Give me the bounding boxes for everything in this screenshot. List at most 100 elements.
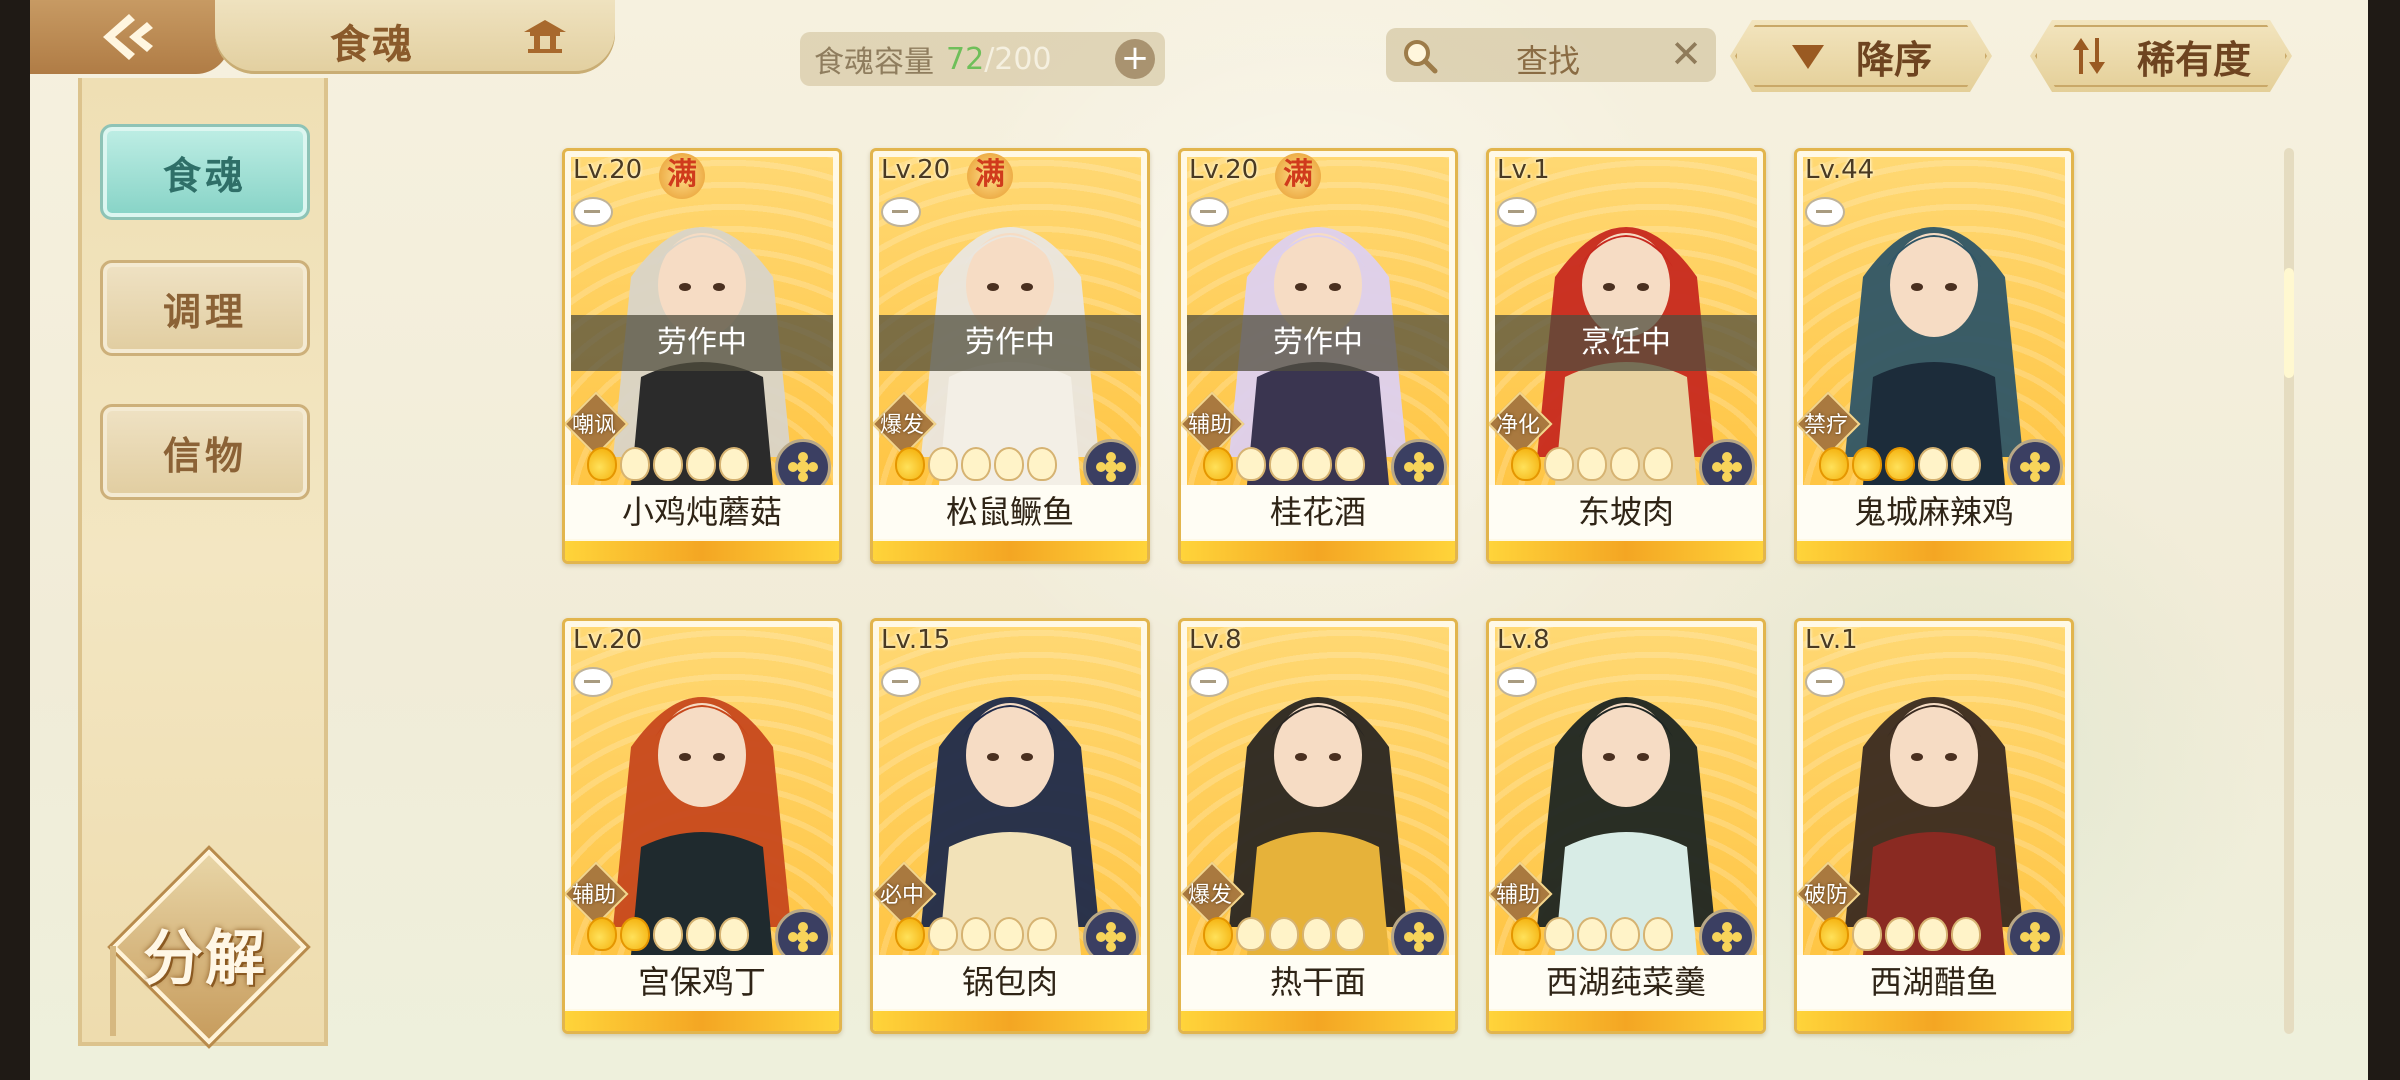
level-label: Lv.8	[1497, 625, 1550, 655]
speech-bubble-icon[interactable]	[1497, 197, 1537, 227]
clear-search-icon[interactable]: ✕	[1670, 32, 1702, 76]
rarity-star-icon	[1918, 447, 1948, 481]
sort-order-button[interactable]: 降序	[1730, 20, 1992, 92]
status-banner: 劳作中	[1187, 315, 1449, 371]
pavilion-icon[interactable]	[520, 16, 570, 60]
rarity-star-icon	[1335, 917, 1365, 951]
sidebar: 食魂 调理 信物 分解	[78, 78, 328, 1046]
skill-type-badge: 嘲讽	[565, 391, 629, 457]
rarity-star-icon	[1269, 917, 1299, 951]
capacity-separator: /	[984, 41, 995, 77]
sort-order-label: 降序	[1855, 37, 1932, 82]
level-label: Lv.8	[1189, 625, 1242, 655]
sidebar-item-tokens[interactable]: 信物	[100, 404, 310, 500]
speech-bubble-icon[interactable]	[573, 197, 613, 227]
level-label: Lv.15	[881, 625, 951, 655]
food-soul-name: 锅包肉	[873, 955, 1147, 1009]
rarity-star-icon	[928, 447, 958, 481]
food-soul-card[interactable]: Lv.44 禁疗 鬼城麻辣鸡	[1794, 148, 2074, 564]
speech-bubble-icon[interactable]	[573, 667, 613, 697]
rarity-star-icon	[1027, 917, 1057, 951]
rarity-star-icon	[653, 447, 683, 481]
skill-type-label: 必中	[879, 883, 924, 908]
speech-bubble-icon[interactable]	[1497, 667, 1537, 697]
rarity-star-icon	[1918, 917, 1948, 951]
food-soul-card[interactable]: Lv.1 破防 西湖醋鱼	[1794, 618, 2074, 1034]
speech-bubble-icon[interactable]	[881, 197, 921, 227]
skill-type-badge: 禁疗	[1797, 391, 1861, 457]
scrollbar-thumb[interactable]	[2284, 268, 2294, 378]
rarity-stars	[1203, 447, 1365, 481]
rarity-star-icon	[686, 447, 716, 481]
rarity-star-icon	[1269, 447, 1299, 481]
decompose-button[interactable]: 分解	[111, 849, 307, 1045]
sidebar-item-food-souls[interactable]: 食魂	[100, 124, 310, 220]
level-label: Lv.20	[573, 155, 643, 185]
skill-type-badge: 爆发	[873, 391, 937, 457]
sort-key-button[interactable]: 稀有度	[2030, 20, 2292, 92]
rarity-star-icon	[587, 917, 617, 951]
skill-type-badge: 辅助	[1489, 861, 1553, 927]
skill-type-label: 辅助	[1187, 413, 1232, 438]
rarity-star-icon	[994, 447, 1024, 481]
speech-bubble-icon[interactable]	[1189, 667, 1229, 697]
capacity-current: 72	[946, 41, 985, 77]
search-icon	[1400, 36, 1440, 80]
search-box[interactable]: 查找 ✕	[1386, 28, 1716, 82]
card-rarity-strip	[873, 541, 1147, 561]
back-button[interactable]	[30, 0, 230, 74]
food-soul-card[interactable]: Lv.8 辅助西湖莼菜羹	[1486, 618, 1766, 1034]
title-tab: 食魂	[215, 0, 615, 74]
skill-type-label: 破防	[1803, 883, 1848, 908]
max-level-badge: 满	[659, 153, 705, 199]
rarity-star-icon	[1885, 917, 1915, 951]
level-label: Lv.20	[1189, 155, 1259, 185]
food-soul-card[interactable]: Lv.20 满劳作中 嘲讽 小鸡炖蘑菇	[562, 148, 842, 564]
scrollbar[interactable]	[2284, 148, 2294, 1034]
level-label: Lv.1	[1805, 625, 1858, 655]
speech-bubble-icon[interactable]	[1805, 667, 1845, 697]
rarity-star-icon	[1951, 447, 1981, 481]
food-soul-name: 西湖莼菜羹	[1489, 955, 1763, 1009]
card-rarity-strip	[873, 1011, 1147, 1031]
rarity-star-icon	[587, 447, 617, 481]
game-screen: 食魂 食魂容量 72 / 200 + 查找 ✕ 降序 稀有度 食魂 调理 信物 …	[30, 0, 2368, 1080]
food-soul-card[interactable]: Lv.8 爆发热干面	[1178, 618, 1458, 1034]
card-rarity-strip	[1489, 541, 1763, 561]
card-rarity-strip	[1797, 1011, 2071, 1031]
rarity-stars	[895, 917, 1057, 951]
rarity-star-icon	[719, 917, 749, 951]
skill-type-label: 嘲讽	[571, 413, 616, 438]
capacity-max: 200	[994, 41, 1052, 77]
skill-type-label: 爆发	[879, 413, 924, 438]
food-soul-card[interactable]: Lv.1 烹饪中 净化 东坡肉	[1486, 148, 1766, 564]
sort-key-label: 稀有度	[2136, 37, 2251, 82]
speech-bubble-icon[interactable]	[1805, 197, 1845, 227]
speech-bubble-icon[interactable]	[881, 667, 921, 697]
decompose-label: 分解	[143, 924, 267, 994]
rarity-stars	[1511, 917, 1673, 951]
rarity-star-icon	[1852, 447, 1882, 481]
rarity-star-icon	[1511, 917, 1541, 951]
skill-type-label: 爆发	[1187, 883, 1232, 908]
rarity-star-icon	[1643, 447, 1673, 481]
food-soul-card[interactable]: Lv.20 辅助 宫保鸡丁	[562, 618, 842, 1034]
capacity-indicator: 食魂容量 72 / 200 +	[800, 32, 1165, 86]
rarity-star-icon	[1643, 917, 1673, 951]
rarity-star-icon	[653, 917, 683, 951]
skill-type-label: 禁疗	[1803, 413, 1848, 438]
add-capacity-button[interactable]: +	[1115, 39, 1155, 79]
food-soul-card[interactable]: Lv.20 满劳作中 辅助 桂花酒	[1178, 148, 1458, 564]
card-rarity-strip	[1181, 1011, 1455, 1031]
card-rarity-strip	[565, 541, 839, 561]
speech-bubble-icon[interactable]	[1189, 197, 1229, 227]
rarity-star-icon	[1203, 447, 1233, 481]
food-soul-card[interactable]: Lv.15 必中锅包肉	[870, 618, 1150, 1034]
food-soul-card[interactable]: Lv.20 满劳作中 爆发 松鼠鳜鱼	[870, 148, 1150, 564]
level-label: Lv.20	[573, 625, 643, 655]
rarity-star-icon	[1577, 917, 1607, 951]
skill-type-badge: 辅助	[565, 861, 629, 927]
rarity-stars	[1203, 917, 1365, 951]
food-soul-name: 热干面	[1181, 955, 1455, 1009]
sidebar-item-conditioning[interactable]: 调理	[100, 260, 310, 356]
